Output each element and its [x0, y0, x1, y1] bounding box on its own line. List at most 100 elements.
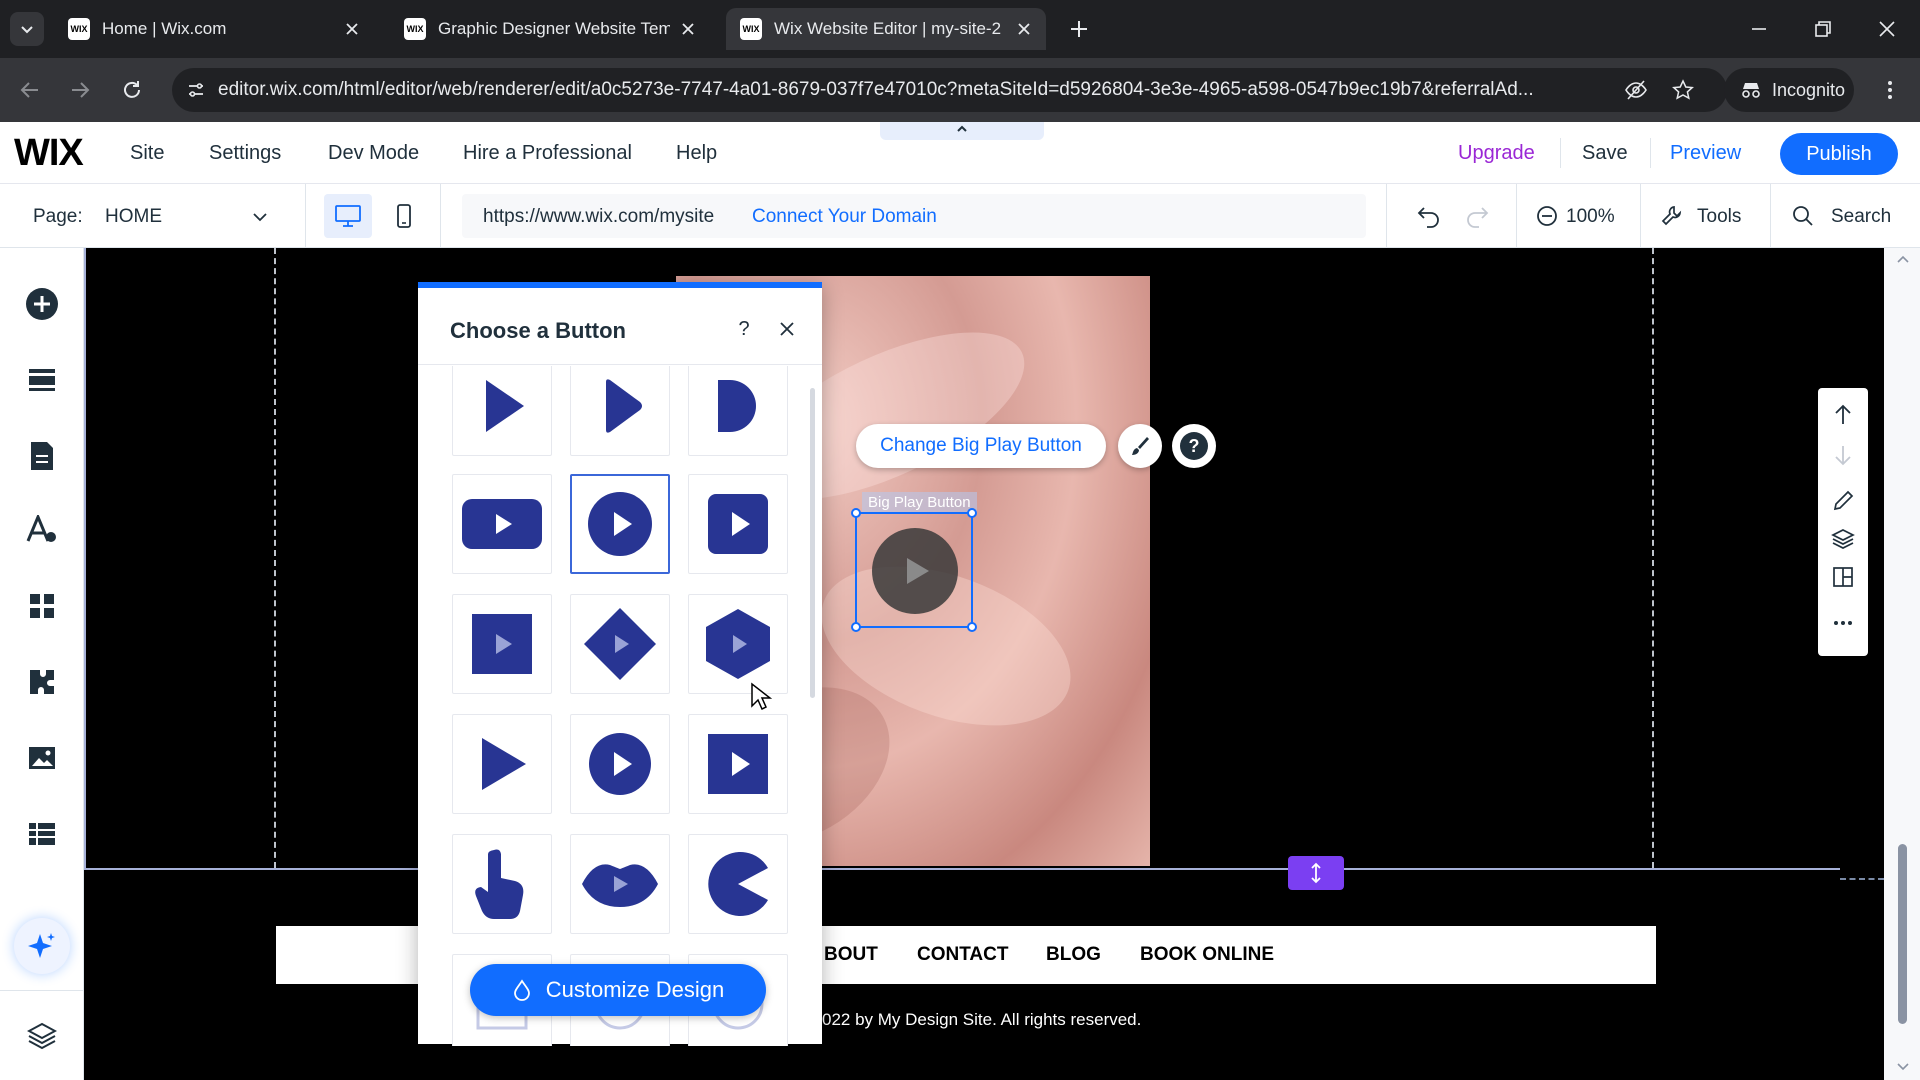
browser-tab-templates[interactable]: WIX Graphic Designer Website Temp: [390, 8, 710, 50]
button-option[interactable]: [452, 714, 552, 814]
sections-icon: [29, 369, 55, 391]
new-tab-icon[interactable]: [1068, 18, 1090, 40]
button-option[interactable]: [570, 714, 670, 814]
resize-handle[interactable]: [967, 508, 977, 518]
arrow-up-icon[interactable]: [1833, 404, 1853, 426]
section-stretch-handle[interactable]: [1288, 856, 1344, 890]
nav-item-blog[interactable]: BLOG: [1046, 944, 1101, 966]
tools-button[interactable]: Tools: [1697, 206, 1741, 228]
restore-icon[interactable]: [1812, 18, 1834, 40]
search-button[interactable]: Search: [1831, 206, 1891, 228]
customize-design-button[interactable]: Customize Design: [470, 964, 766, 1016]
resize-handle[interactable]: [967, 622, 977, 632]
ai-assistant-button[interactable]: [14, 918, 70, 974]
button-option-selected[interactable]: [570, 474, 670, 574]
tab-search-button[interactable]: [10, 12, 44, 46]
button-option[interactable]: [688, 366, 788, 456]
button-option[interactable]: [688, 834, 788, 934]
preview-button[interactable]: Preview: [1670, 142, 1741, 165]
help-icon[interactable]: ?: [734, 316, 754, 340]
tools-icon[interactable]: [1660, 204, 1684, 228]
change-big-play-button[interactable]: Change Big Play Button: [856, 424, 1106, 468]
cms-button[interactable]: [22, 814, 62, 854]
browser-tab-home[interactable]: WIX Home | Wix.com: [54, 8, 374, 50]
layout-icon[interactable]: [1832, 566, 1854, 588]
close-tab-icon[interactable]: [1016, 21, 1032, 37]
upgrade-link[interactable]: Upgrade: [1458, 142, 1535, 165]
nav-item-contact[interactable]: CONTACT: [917, 944, 1008, 966]
scroll-up-icon[interactable]: [1896, 254, 1910, 264]
button-option[interactable]: [688, 714, 788, 814]
editor-canvas[interactable]: Change Big Play Button ? Big Play Button…: [84, 248, 1884, 1080]
menu-hire-professional[interactable]: Hire a Professional: [463, 142, 632, 165]
browser-menu-icon[interactable]: [1878, 78, 1902, 102]
layers-button[interactable]: [22, 1016, 62, 1056]
close-icon[interactable]: [778, 320, 796, 338]
add-section-button[interactable]: [22, 360, 62, 400]
editor-scrollbar[interactable]: [1884, 248, 1920, 1080]
panel-scrollbar-thumb[interactable]: [810, 388, 815, 698]
button-option[interactable]: [570, 834, 670, 934]
forward-icon[interactable]: [68, 78, 92, 102]
site-info-icon[interactable]: [186, 80, 206, 100]
site-design-button[interactable]: [22, 510, 62, 550]
mobile-view-button[interactable]: [384, 194, 424, 238]
button-option[interactable]: [688, 474, 788, 574]
eye-off-icon[interactable]: [1624, 79, 1648, 101]
nav-item-book-online[interactable]: BOOK ONLINE: [1140, 944, 1274, 966]
element-help-button[interactable]: ?: [1172, 424, 1216, 468]
add-apps-button[interactable]: [22, 586, 62, 626]
button-option[interactable]: [688, 594, 788, 694]
browser-tab-editor[interactable]: WIX Wix Website Editor | my-site-2: [726, 8, 1046, 50]
minimize-icon[interactable]: [1748, 18, 1770, 40]
big-play-button-icon[interactable]: [871, 527, 959, 615]
arrow-down-icon[interactable]: [1833, 444, 1853, 466]
close-tab-icon[interactable]: [344, 21, 360, 37]
design-button[interactable]: [1118, 424, 1162, 468]
chevron-down-icon[interactable]: [252, 210, 268, 224]
connect-domain-link[interactable]: Connect Your Domain: [752, 206, 937, 228]
button-option[interactable]: [570, 594, 670, 694]
back-icon[interactable]: [18, 78, 42, 102]
resize-handle[interactable]: [851, 508, 861, 518]
redo-icon[interactable]: [1464, 204, 1490, 228]
add-elements-button[interactable]: [22, 284, 62, 324]
menu-dev-mode[interactable]: Dev Mode: [328, 142, 419, 165]
save-button[interactable]: Save: [1582, 142, 1628, 165]
media-button[interactable]: [22, 738, 62, 778]
bookmark-star-icon[interactable]: [1672, 79, 1694, 101]
address-bar[interactable]: editor.wix.com/html/editor/web/renderer/…: [172, 68, 1727, 112]
menu-help[interactable]: Help: [676, 142, 717, 165]
button-option[interactable]: [452, 834, 552, 934]
collapse-topbar-handle[interactable]: [880, 122, 1044, 140]
button-option[interactable]: [452, 366, 552, 456]
pencil-icon[interactable]: [1832, 490, 1854, 512]
scroll-down-icon[interactable]: [1896, 1062, 1910, 1072]
publish-button[interactable]: Publish: [1780, 133, 1898, 175]
scrollbar-thumb[interactable]: [1898, 844, 1907, 1024]
desktop-view-button[interactable]: [324, 194, 372, 238]
page-select-value[interactable]: HOME: [105, 206, 162, 228]
pages-button[interactable]: [22, 436, 62, 476]
business-tools-button[interactable]: [22, 662, 62, 702]
nav-item-about[interactable]: BOUT: [824, 944, 878, 966]
layers-icon[interactable]: [1831, 528, 1855, 550]
undo-icon[interactable]: [1416, 204, 1442, 228]
button-option[interactable]: [570, 366, 670, 456]
selection-box[interactable]: [851, 508, 977, 632]
more-icon[interactable]: [1832, 620, 1854, 626]
play-triangle-textured-icon: [482, 738, 526, 790]
close-tab-icon[interactable]: [680, 21, 696, 37]
zoom-out-icon[interactable]: [1536, 205, 1558, 227]
close-window-icon[interactable]: [1876, 18, 1898, 40]
menu-site[interactable]: Site: [130, 142, 164, 165]
menu-settings[interactable]: Settings: [209, 142, 281, 165]
button-option[interactable]: [452, 474, 552, 574]
search-icon[interactable]: [1792, 205, 1814, 227]
button-option[interactable]: [452, 594, 552, 694]
zoom-level[interactable]: 100%: [1566, 206, 1615, 228]
lips-icon: [582, 864, 658, 907]
resize-handle[interactable]: [851, 622, 861, 632]
reload-icon[interactable]: [120, 78, 144, 102]
incognito-indicator[interactable]: Incognito: [1724, 68, 1854, 112]
